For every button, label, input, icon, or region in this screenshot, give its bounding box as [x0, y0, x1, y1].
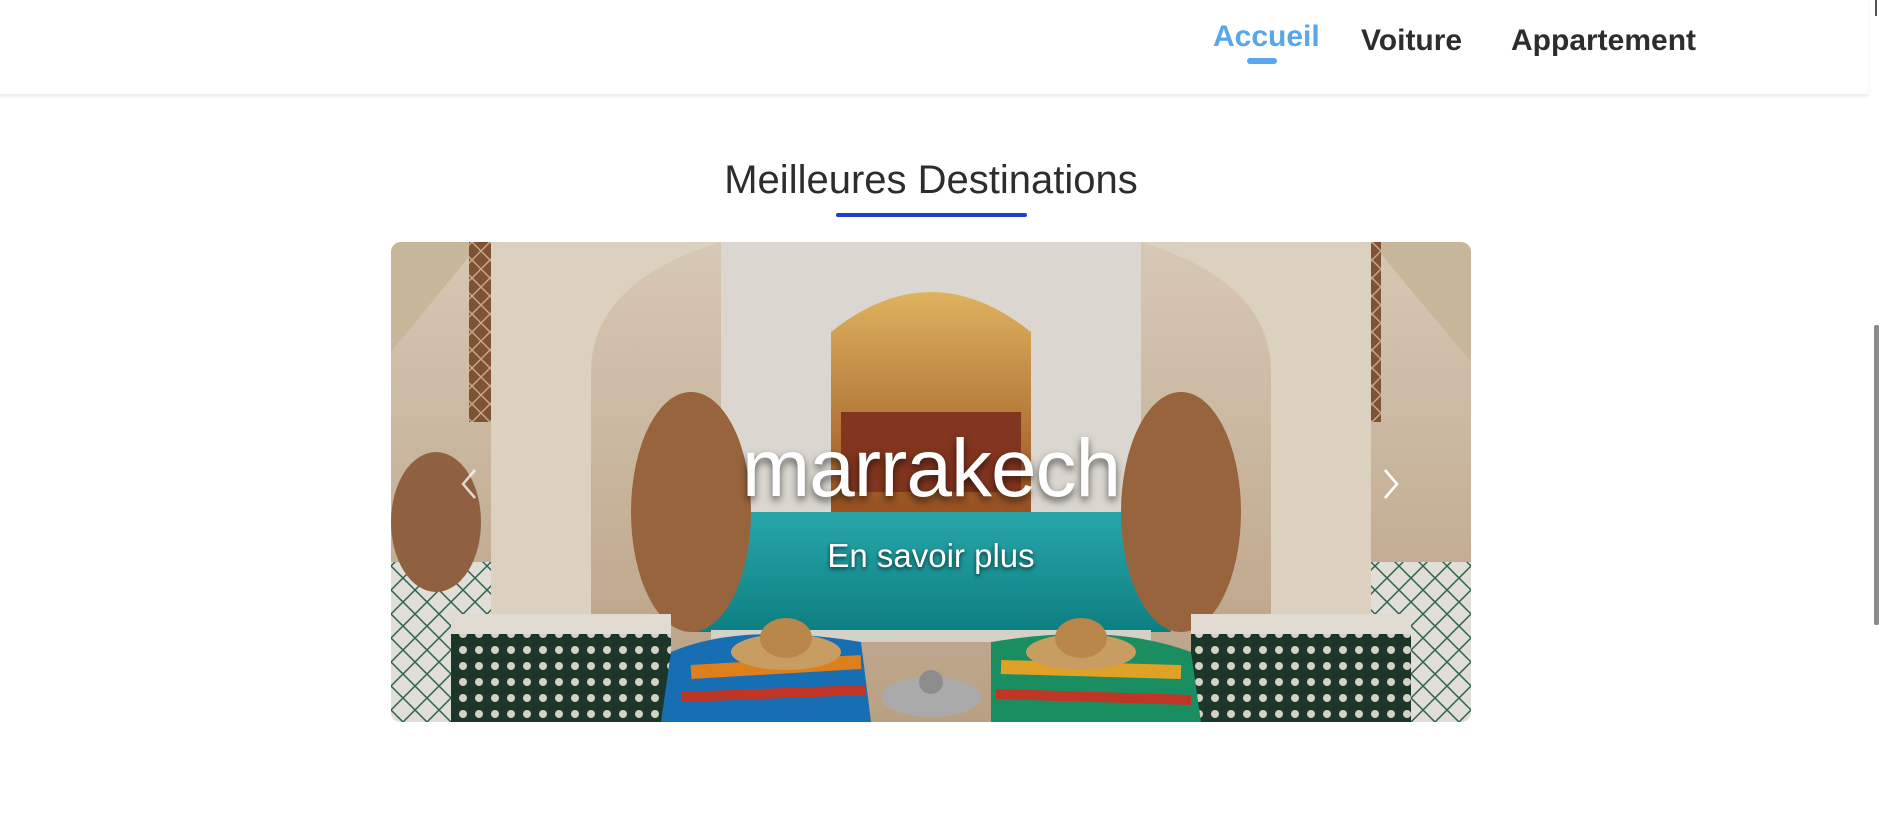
section-title: Meilleures Destinations	[724, 158, 1138, 202]
chevron-left-icon[interactable]	[453, 464, 487, 504]
section-title-underline	[836, 213, 1027, 217]
slide-title: marrakech	[741, 423, 1121, 514]
scrollbar-top-indicator	[1875, 0, 1877, 16]
top-navbar: Accueil Voiture Appartement	[0, 0, 1868, 95]
chevron-right-icon[interactable]	[1373, 464, 1407, 504]
nav-link-voiture[interactable]: Voiture	[1361, 24, 1462, 58]
learn-more-link[interactable]: En savoir plus	[391, 537, 1471, 575]
nav-link-appartement[interactable]: Appartement	[1511, 24, 1696, 58]
active-nav-indicator	[1247, 58, 1277, 64]
destination-carousel[interactable]: marrakech En savoir plus	[391, 242, 1471, 722]
page-scrollbar[interactable]	[1874, 325, 1879, 625]
nav-link-accueil[interactable]: Accueil	[1213, 20, 1320, 54]
